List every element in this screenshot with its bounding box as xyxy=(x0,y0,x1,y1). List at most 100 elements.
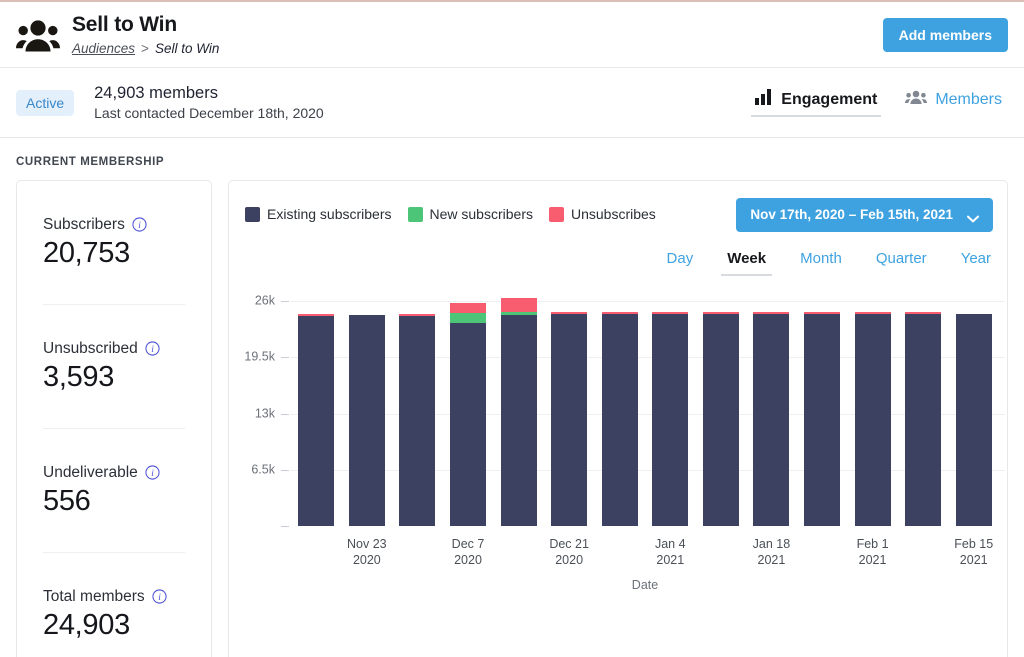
gridline xyxy=(291,413,1005,415)
app-root: Sell to Win Audiences > Sell to Win Add me… xyxy=(0,0,1024,657)
chart-bar[interactable] xyxy=(905,311,942,526)
info-icon[interactable]: i xyxy=(145,464,160,480)
gridline xyxy=(291,469,1005,471)
bar-segment-existing xyxy=(955,313,992,526)
bar-segment-unsubscribes xyxy=(500,297,537,312)
y-axis-tick-label: 19.5k xyxy=(244,349,275,364)
breadcrumb-link-audiences[interactable]: Audiences xyxy=(72,41,135,56)
y-axis-tick-mark xyxy=(281,357,289,359)
bar-chart-icon xyxy=(755,88,773,110)
page-header: Sell to Win Audiences > Sell to Win Add me… xyxy=(0,2,1024,68)
bar-segment-existing xyxy=(348,314,385,526)
tab-members-label: Members xyxy=(935,90,1002,108)
bar-segment-existing xyxy=(652,313,689,526)
chart-bar[interactable] xyxy=(955,313,992,526)
stat-unsubscribed: Unsubscribed i 3,593 xyxy=(43,305,185,429)
bar-segment-existing xyxy=(298,315,335,526)
info-icon[interactable]: i xyxy=(145,340,160,356)
stat-value: 24,903 xyxy=(43,609,130,641)
stat-value: 20,753 xyxy=(43,236,130,269)
y-axis-tick-label: 26k xyxy=(254,293,275,308)
page-title: Sell to Win xyxy=(72,12,177,36)
status-badge: Active xyxy=(16,89,75,116)
info-icon[interactable]: i xyxy=(132,216,147,232)
y-axis-tick-label: 13k xyxy=(254,406,275,420)
people-group-icon xyxy=(905,89,928,110)
header-title-block: Sell to Win Audiences > Sell to Win xyxy=(72,13,883,57)
members-summary: 24,903 members Last contacted December 1… xyxy=(94,83,324,123)
stat-header: Unsubscribed i xyxy=(43,339,185,358)
bar-segment-new xyxy=(450,312,486,323)
tab-members[interactable]: Members xyxy=(905,89,1002,117)
stat-header: Undeliverable i xyxy=(43,463,185,482)
gridline xyxy=(291,301,1005,302)
chart-bar[interactable] xyxy=(652,311,689,526)
x-axis-tick-label: Nov 23 2020 xyxy=(347,537,387,567)
x-axis-tick-label: Feb 15 2021 xyxy=(954,537,994,567)
breadcrumb-separator: > xyxy=(141,40,149,56)
svg-text:i: i xyxy=(151,468,154,478)
svg-text:i: i xyxy=(138,220,141,230)
y-axis-tick-mark xyxy=(281,301,289,302)
bar-segment-existing xyxy=(601,313,638,526)
svg-text:i: i xyxy=(151,344,154,354)
chart-bar[interactable] xyxy=(854,311,891,526)
stat-header: Subscribers i xyxy=(43,215,185,234)
chart-bar[interactable] xyxy=(702,311,739,526)
chart-bar[interactable] xyxy=(500,297,537,526)
tab-engagement-label: Engagement xyxy=(781,90,878,108)
chart-bar[interactable] xyxy=(399,313,436,526)
breadcrumb-current: Sell to Win xyxy=(154,40,220,56)
stat-label: Unsubscribed xyxy=(43,339,138,357)
x-axis-tick-label: Dec 21 2020 xyxy=(549,537,589,567)
current-membership-label: CURRENT MEMBERSHIP xyxy=(16,156,165,168)
chart-bar[interactable] xyxy=(298,313,335,526)
bar-segment-existing xyxy=(702,313,739,526)
bar-segment-existing xyxy=(500,314,537,526)
y-axis-tick-label: 6.5k xyxy=(251,462,275,477)
stat-value: 3,593 xyxy=(43,360,115,393)
bar-segment-existing xyxy=(551,313,588,526)
chart-bar[interactable] xyxy=(753,311,790,526)
view-tabs: Engagement Members xyxy=(751,88,1008,117)
chart-bar[interactable] xyxy=(551,311,588,526)
y-axis-tick-mark xyxy=(281,469,289,471)
chart-bar[interactable] xyxy=(601,311,638,526)
stat-label: Total members xyxy=(43,588,145,605)
x-axis-title: Date xyxy=(631,578,659,592)
tab-engagement[interactable]: Engagement xyxy=(751,88,882,117)
chart-bar[interactable] xyxy=(804,311,840,526)
x-axis-tick-label: Jan 18 2021 xyxy=(752,537,791,567)
svg-text:i: i xyxy=(158,593,161,603)
chart-bar[interactable] xyxy=(348,314,385,526)
bar-segment-existing xyxy=(399,315,436,526)
bar-segment-existing xyxy=(804,313,840,526)
breadcrumb: Audiences > Sell to Win xyxy=(72,40,883,57)
stat-undeliverable: Undeliverable i 556 xyxy=(43,429,185,553)
stat-label: Undeliverable xyxy=(43,463,138,481)
people-group-icon xyxy=(16,17,60,53)
x-axis-tick-label: Feb 1 2021 xyxy=(856,537,889,567)
gridline xyxy=(291,357,1005,359)
last-contacted-text: Last contacted December 18th, 2020 xyxy=(94,104,324,121)
y-axis-tick-mark xyxy=(281,413,289,415)
bar-segment-existing xyxy=(753,313,790,526)
bar-segment-existing xyxy=(450,322,486,526)
members-count: 24,903 members xyxy=(94,83,218,102)
audience-subheader: Active 24,903 members Last contacted Dec… xyxy=(0,68,1024,138)
engagement-chart-card: Existing subscribers New subscribers Uns… xyxy=(228,180,1008,657)
bar-segment-existing xyxy=(905,313,942,526)
membership-stats-card: Subscribers i 20,753 Unsubscribed i 3,59… xyxy=(16,180,212,657)
x-axis-tick-label: Jan 4 2021 xyxy=(654,537,686,567)
chart-bar[interactable] xyxy=(450,302,486,526)
stat-label: Subscribers xyxy=(43,215,125,233)
engagement-bar-chart: 6.5k 13k 19.5k 26k Nov 23 2020 Dec 7 2020 Dec 21… xyxy=(229,181,1009,657)
bar-segment-existing xyxy=(854,313,891,526)
x-axis-tick-label: Dec 7 2020 xyxy=(451,537,485,567)
info-icon[interactable]: i xyxy=(152,589,167,604)
stat-subscribers: Subscribers i 20,753 xyxy=(43,181,185,305)
stat-total-members: Total members i 24,903 xyxy=(43,553,185,657)
stat-header: Total members i xyxy=(43,587,185,606)
add-members-button[interactable]: Add members xyxy=(882,17,1008,52)
bar-segment-unsubscribes xyxy=(450,302,486,313)
